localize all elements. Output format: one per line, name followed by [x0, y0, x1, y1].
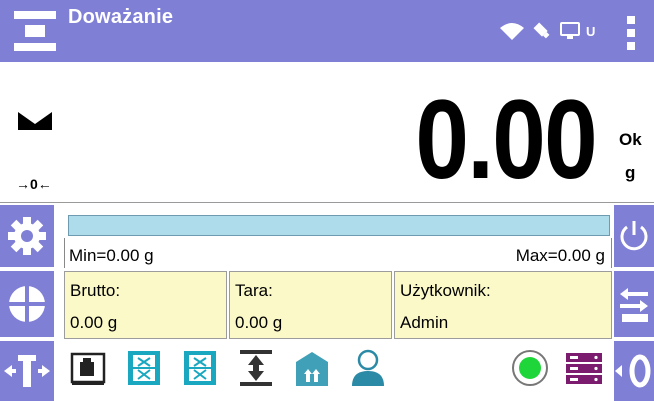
usb-label: U	[586, 23, 596, 39]
home-logo-icon[interactable]	[14, 11, 56, 51]
database-button[interactable]	[562, 344, 606, 392]
divider	[0, 202, 654, 203]
bargraph	[68, 215, 610, 236]
weight-check-button[interactable]	[66, 344, 110, 392]
status-indicator-button[interactable]	[508, 344, 552, 392]
stable-indicator-icon	[18, 112, 52, 130]
tare-icon	[4, 355, 50, 387]
stability-status: Ok	[619, 130, 642, 149]
settings-button[interactable]	[0, 205, 54, 267]
gross-label: Brutto:	[70, 281, 121, 300]
window-title: Doważanie	[68, 6, 174, 28]
tare-panel[interactable]: Tara: 0.00 g	[229, 271, 392, 339]
hide-tare-icon	[128, 351, 160, 385]
status-icons: U	[500, 20, 595, 42]
max-label: Max=0.00 g	[515, 246, 605, 265]
packaging-icon	[296, 352, 328, 386]
tare-value: 0.00 g	[235, 313, 283, 332]
power-icon	[620, 221, 648, 251]
computer-icon	[560, 22, 580, 39]
thresholds-icon	[240, 350, 272, 386]
wifi-icon	[500, 23, 524, 40]
menu-kebab-icon[interactable]	[624, 16, 638, 50]
tare-button[interactable]	[0, 341, 54, 401]
functions-pie-icon	[8, 285, 46, 323]
power-button[interactable]	[614, 205, 654, 267]
zero-button[interactable]	[614, 341, 654, 401]
user-button[interactable]	[346, 344, 390, 392]
status-green-icon	[512, 350, 548, 386]
zero-icon	[615, 354, 651, 388]
gross-value: 0.00 g	[70, 313, 118, 332]
functions-button[interactable]	[0, 271, 54, 337]
min-label: Min=0.00 g	[69, 246, 154, 265]
user-icon	[352, 349, 384, 386]
settings-gear-icon	[8, 217, 46, 255]
weight-unit[interactable]: g	[625, 163, 635, 183]
hide-tare-2-button[interactable]	[178, 344, 222, 392]
zero-indicator: →0←	[16, 176, 52, 192]
print-icon	[620, 288, 648, 322]
user-value: Admin	[400, 313, 449, 332]
weight-check-icon	[70, 352, 106, 385]
print-button[interactable]	[614, 271, 654, 337]
database-icon	[566, 353, 602, 384]
hide-tare-button[interactable]	[122, 344, 166, 392]
hide-tare-2-icon	[184, 351, 216, 385]
user-label: Użytkownik:	[400, 281, 491, 300]
title-bar: Doważanie U	[0, 0, 654, 62]
thresholds-button[interactable]	[234, 344, 278, 392]
gross-panel[interactable]: Brutto: 0.00 g	[64, 271, 227, 339]
min-max-row: Min=0.00 g Max=0.00 g	[64, 238, 612, 268]
pen-drive-icon	[533, 22, 550, 39]
tare-label: Tara:	[235, 281, 273, 300]
user-panel[interactable]: Użytkownik: Admin	[394, 271, 612, 339]
packaging-button[interactable]	[290, 344, 334, 392]
weight-readout: 0.00	[415, 77, 597, 202]
